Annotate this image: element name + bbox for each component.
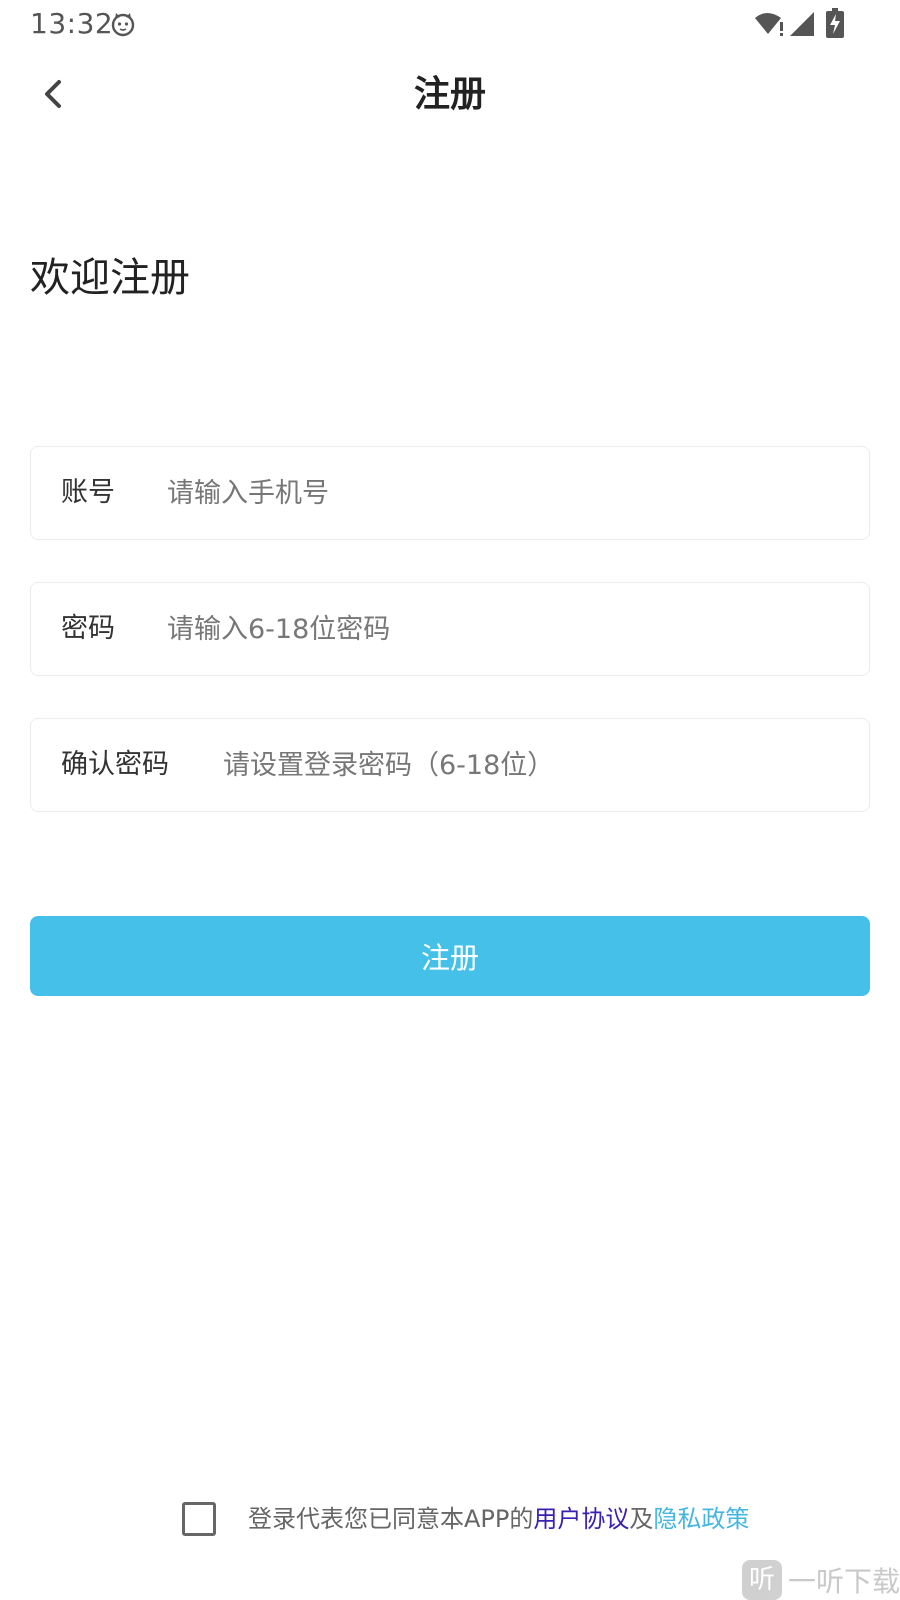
- confirm-password-input[interactable]: [223, 719, 847, 811]
- status-bar: 13:32: [0, 0, 900, 48]
- agreement-prefix: 登录代表您已同意本APP的: [248, 1505, 534, 1533]
- agreement-conjunction: 及: [629, 1505, 654, 1533]
- watermark-logo: 听: [742, 1560, 782, 1600]
- watermark-text: 一听下载: [788, 1565, 900, 1598]
- password-label: 密码: [61, 613, 115, 644]
- agreement-checkbox[interactable]: [182, 1502, 216, 1536]
- account-input[interactable]: [167, 447, 847, 539]
- confirm-password-field: 确认密码: [30, 718, 870, 812]
- password-field: 密码: [30, 582, 870, 676]
- privacy-policy-link[interactable]: 隐私政策: [653, 1505, 749, 1533]
- agreement-text: 登录代表您已同意本APP的用户协议及隐私政策: [248, 1500, 749, 1538]
- wifi-icon: [755, 13, 783, 36]
- status-time: 13:32: [30, 7, 114, 40]
- register-button[interactable]: 注册: [30, 916, 870, 996]
- password-input[interactable]: [167, 583, 847, 675]
- cellular-signal-icon: [790, 12, 814, 36]
- welcome-heading: 欢迎注册: [30, 255, 190, 301]
- account-label: 账号: [61, 477, 115, 508]
- confirm-password-label: 确认密码: [61, 749, 169, 780]
- battery-charging-icon: [826, 8, 844, 38]
- cat-face-icon: [111, 13, 135, 37]
- user-agreement-link[interactable]: 用户协议: [533, 1505, 629, 1533]
- watermark: 听 一听下载: [742, 1560, 900, 1600]
- account-field: 账号: [30, 446, 870, 540]
- page-title: 注册: [413, 74, 486, 115]
